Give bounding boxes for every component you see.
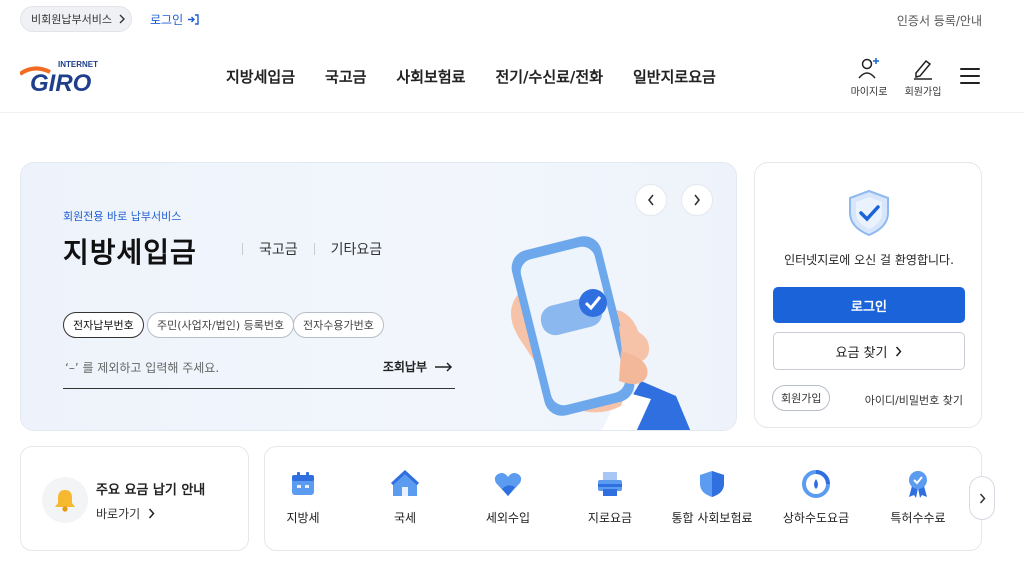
hero-prev-button[interactable] — [635, 184, 667, 216]
notice-go-link[interactable]: 바로가기 — [96, 505, 155, 522]
hamburger-menu-icon[interactable] — [960, 68, 980, 84]
quick-item-water-fee[interactable]: 상하수도요금 — [766, 469, 866, 526]
lookup-pay-label: 조회납부 — [382, 360, 427, 374]
notice-title: 주요 요금 납기 안내 — [96, 483, 206, 498]
arrow-right-icon — [435, 361, 453, 372]
internet-giro-logo[interactable]: INTERNET GIRO — [18, 58, 110, 98]
chevron-right-icon — [149, 508, 155, 519]
chip-customer-number[interactable]: 전자수용가번호 — [293, 312, 384, 338]
find-fee-label: 요금 찾기 — [835, 345, 888, 361]
top-login-label: 로그인 — [150, 13, 184, 27]
payment-number-input[interactable]: ‘–’ 를 제외하고 입력해 주세요. 조회납부 — [63, 353, 455, 389]
pencil-icon — [914, 59, 932, 80]
due-date-notice-card[interactable]: 주요 요금 납기 안내 바로가기 — [20, 446, 249, 551]
chip-registration-number[interactable]: 주민(사업자/법인) 등록번호 — [147, 312, 295, 338]
top-login-link[interactable]: 로그인 — [150, 11, 199, 28]
chevron-right-icon — [694, 194, 701, 206]
hero-next-button[interactable] — [681, 184, 713, 216]
chip-electronic-payment-number[interactable]: 전자납부번호 — [63, 312, 144, 338]
panel-join-button[interactable]: 회원가입 — [772, 385, 831, 411]
hero-title-tab[interactable]: 지방세입금 — [63, 231, 197, 271]
cert-register-link[interactable]: 인증서 등록/안내 — [897, 12, 982, 29]
quick-item-label: 상하수도요금 — [782, 511, 850, 525]
tab-national-treasury[interactable]: 국고금 — [259, 239, 298, 259]
chevron-right-icon — [119, 14, 125, 24]
find-fee-button[interactable]: 요금 찾기 — [773, 332, 965, 370]
quick-item-label: 지방세 — [286, 511, 320, 525]
notice-go-label: 바로가기 — [96, 507, 141, 521]
nav-item-social-insurance[interactable]: 사회보험료 — [396, 66, 465, 87]
quick-item-label: 국세 — [393, 511, 417, 525]
water-gauge-icon — [802, 470, 830, 498]
heart-icon — [494, 473, 522, 496]
user-plus-icon — [858, 58, 879, 79]
main-nav: 지방세입금 국고금 사회보험료 전기/수신료/전화 일반지로요금 — [226, 66, 716, 87]
calendar-icon — [292, 472, 314, 495]
hero-payment-panel: 회원전용 바로 납부서비스 지방세입금 국고금 기타요금 전자납부번호 주민(사… — [20, 162, 737, 431]
chevron-right-icon — [979, 493, 986, 503]
quick-item-national-tax[interactable]: 국세 — [355, 469, 455, 526]
quick-item-local-tax[interactable]: 지방세 — [253, 469, 353, 526]
login-panel: 인터넷지로에 오신 걸 환영합니다. 로그인 요금 찾기 회원가입 아이디/비밀… — [754, 162, 982, 428]
tab-other-fees[interactable]: 기타요금 — [331, 239, 383, 259]
shield-icon — [700, 471, 724, 497]
hero-subtitle: 회원전용 바로 납부서비스 — [63, 210, 182, 223]
nav-item-general-giro[interactable]: 일반지로요금 — [633, 66, 716, 87]
chevron-right-icon — [896, 346, 902, 356]
nav-item-national-treasury[interactable]: 국고금 — [325, 66, 366, 87]
quick-item-patent-fee[interactable]: 특허수수료 — [868, 469, 968, 526]
svg-text:INTERNET: INTERNET — [58, 60, 98, 69]
quick-item-label: 특허수수료 — [890, 511, 946, 525]
nonmember-payment-label: 비회원납부서비스 — [31, 13, 112, 26]
find-id-password-link[interactable]: 아이디/비밀번호 찾기 — [865, 392, 963, 408]
welcome-message: 인터넷지로에 오신 걸 환영합니다. — [784, 253, 954, 267]
login-arrow-icon — [188, 14, 199, 25]
shield-check-icon — [849, 189, 889, 237]
header-join-label: 회원가입 — [904, 87, 942, 98]
nav-item-utilities[interactable]: 전기/수신료/전화 — [495, 66, 603, 87]
phone-hand-illustration — [511, 236, 691, 430]
payment-input-placeholder: ‘–’ 를 제외하고 입력해 주세요. — [65, 361, 220, 375]
svg-text:GIRO: GIRO — [30, 70, 92, 97]
quick-item-giro-fee[interactable]: 지로요금 — [560, 469, 660, 526]
quick-item-label: 세외수입 — [485, 511, 531, 525]
quick-item-social-insurance[interactable]: 통합 사회보험료 — [662, 469, 762, 526]
hero-tabs: 국고금 기타요금 — [226, 239, 382, 259]
mygiro-button[interactable]: 마이지로 — [845, 56, 893, 100]
chevron-left-icon — [647, 194, 654, 206]
nav-item-local-tax[interactable]: 지방세입금 — [226, 66, 295, 87]
login-button[interactable]: 로그인 — [773, 287, 965, 323]
quick-item-non-tax-revenue[interactable]: 세외수입 — [458, 469, 558, 526]
quick-item-label: 지로요금 — [587, 511, 633, 525]
house-icon — [390, 469, 420, 496]
mygiro-label: 마이지로 — [850, 87, 888, 98]
header-join-button[interactable]: 회원가입 — [899, 56, 947, 100]
nonmember-payment-button[interactable]: 비회원납부서비스 — [20, 6, 132, 32]
lookup-pay-button[interactable]: 조회납부 — [383, 358, 453, 375]
quick-menu-next-button[interactable] — [969, 476, 995, 520]
printer-icon — [598, 472, 622, 496]
award-icon — [909, 471, 927, 498]
quick-menu-card: 지방세 국세 세외수입 지로요금 통합 사회보험료 상하수도요금 특허수수료 — [264, 446, 982, 551]
bell-icon — [42, 477, 88, 523]
header-divider — [0, 112, 1024, 113]
quick-item-label: 통합 사회보험료 — [671, 511, 753, 525]
